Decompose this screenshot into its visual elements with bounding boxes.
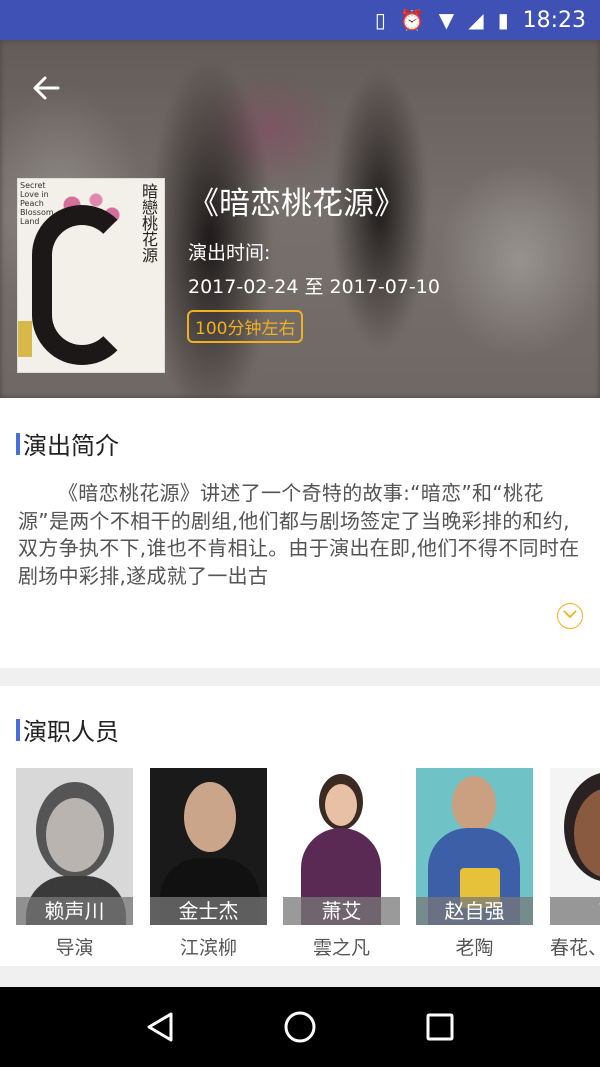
show-time-range: 2017-02-24 至 2017-07-10 (188, 276, 440, 298)
cast-name: 金士杰 (150, 897, 267, 925)
cast-item[interactable]: 赖声川 导演 (16, 768, 133, 958)
status-time: 18:23 (522, 7, 586, 33)
cast-item[interactable]: 金士杰 江滨柳 (150, 768, 267, 958)
nav-recents-button[interactable] (410, 997, 470, 1057)
circle-home-icon (284, 1011, 316, 1043)
cast-item[interactable]: 丁 春花、 (550, 768, 600, 958)
arrow-left-icon (33, 76, 60, 100)
square-recents-icon (426, 1013, 454, 1041)
play-title: 《暗恋桃花源》 (188, 186, 405, 222)
cast-photo: 金士杰 (150, 768, 267, 925)
cast-name: 赵自强 (416, 897, 533, 925)
poster-title: 暗戀桃花源 (139, 183, 158, 263)
vibrate-icon: ▯ (374, 8, 386, 32)
cast-role: 老陶 (455, 937, 494, 958)
alarm-icon: ⏰ (399, 8, 425, 32)
cast-item[interactable]: 赵自强 老陶 (416, 768, 533, 958)
nav-home-button[interactable] (270, 997, 330, 1057)
cast-photo: 萧艾 (283, 768, 400, 925)
expand-button[interactable] (557, 603, 583, 629)
back-button[interactable] (26, 68, 66, 108)
battery-icon: ▮ (497, 8, 509, 32)
intro-heading: 演出简介 (16, 426, 119, 461)
cast-photo: 赖声川 (16, 768, 133, 925)
poster-image: 暗戀桃花源 Secret Love in Peach Blossom Land (17, 178, 165, 373)
cast-photo: 丁 (550, 768, 600, 925)
chevron-down-icon (563, 610, 577, 619)
cast-name: 丁 (550, 897, 600, 925)
triangle-back-icon (147, 1012, 173, 1042)
duration-badge: 100分钟左右 (187, 310, 304, 343)
cast-role: 江滨柳 (179, 937, 237, 958)
wifi-icon: ▼ (438, 8, 455, 32)
cast-section: 演职人员 赖声川 导演 金士杰 江滨柳 萧艾 雲之凡 赵自强 老陶 春花 (0, 686, 600, 966)
status-bar: ▯ ⏰ ▼ ◢ ▮ 18:23 (0, 0, 600, 40)
cast-role: 导演 (55, 937, 94, 958)
hero-header: 暗戀桃花源 Secret Love in Peach Blossom Land … (0, 40, 600, 398)
cast-heading: 演职人员 (16, 712, 119, 747)
cast-name: 赖声川 (16, 897, 133, 925)
cast-role: 雲之凡 (312, 937, 370, 958)
intro-section: 演出简介 《暗恋桃花源》讲述了一个奇特的故事:“暗恋”和“桃花源”是两个不相干的… (0, 398, 600, 668)
cast-photo: 赵自强 (416, 768, 533, 925)
poster-label: Secret Love in Peach Blossom Land (20, 181, 54, 226)
nav-back-button[interactable] (130, 997, 190, 1057)
cast-role: 春花、 (550, 937, 600, 958)
intro-text: 《暗恋桃花源》讲述了一个奇特的故事:“暗恋”和“桃花源”是两个不相干的剧组,他们… (18, 481, 580, 588)
show-time-label: 演出时间: (188, 242, 271, 264)
cast-item[interactable]: 萧艾 雲之凡 (283, 768, 400, 958)
navigation-bar (0, 987, 600, 1067)
cast-name: 萧艾 (283, 897, 400, 925)
cast-list[interactable]: 赖声川 导演 金士杰 江滨柳 萧艾 雲之凡 赵自强 老陶 春花 (16, 768, 600, 958)
signal-icon: ◢ (468, 8, 484, 32)
